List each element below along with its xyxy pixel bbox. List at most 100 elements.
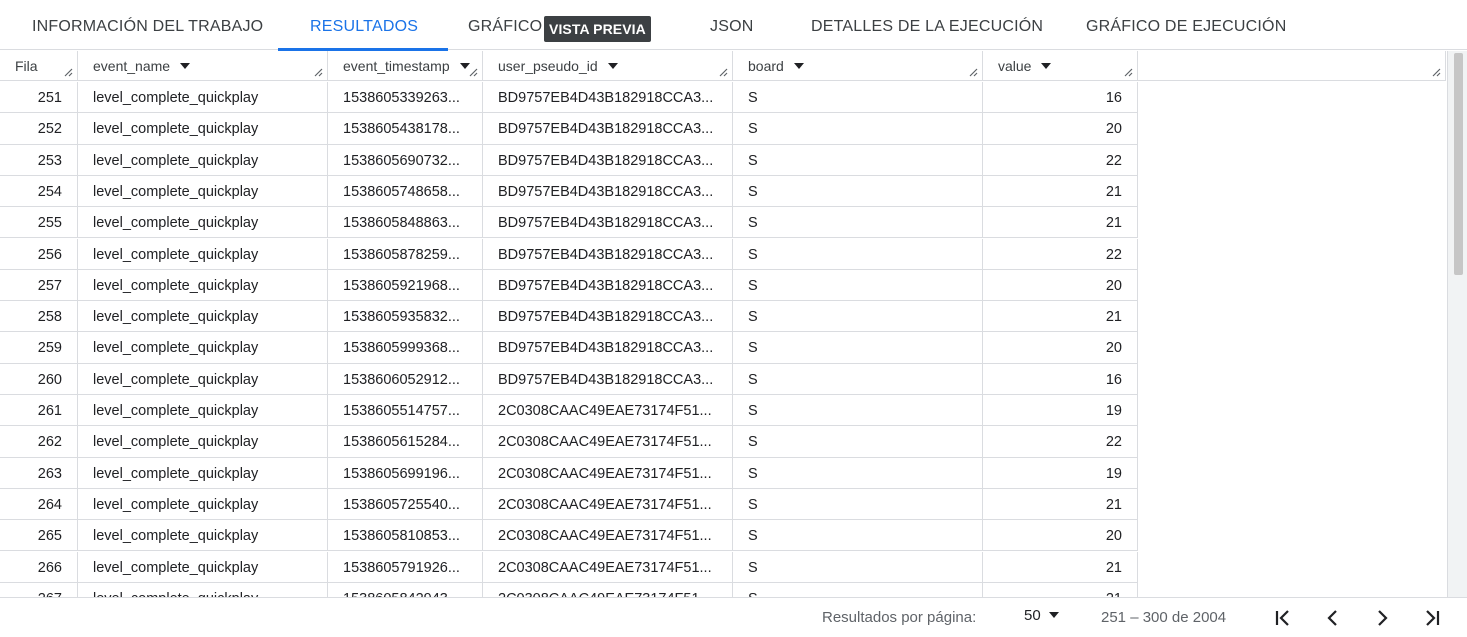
cell-fila[interactable]: 266: [0, 551, 78, 583]
cell-board[interactable]: S: [733, 269, 983, 302]
cell-event-name[interactable]: level_complete_quickplay: [78, 582, 328, 597]
cell-board[interactable]: S: [733, 301, 983, 333]
cell-event-timestamp[interactable]: 1538605878259...: [328, 238, 483, 270]
resize-grip-icon[interactable]: [1123, 67, 1133, 77]
cell-board[interactable]: S: [733, 488, 983, 521]
cell-fila[interactable]: 264: [0, 488, 78, 521]
cell-event-timestamp[interactable]: 1538605725540...: [328, 488, 483, 521]
cell-fila[interactable]: 252: [0, 113, 78, 145]
tab-execution-graph[interactable]: GRÁFICO DE EJECUCIÓN: [1086, 4, 1286, 50]
cell-board[interactable]: S: [733, 113, 983, 145]
cell-fila[interactable]: 254: [0, 175, 78, 208]
cell-event-timestamp[interactable]: 1538605921968...: [328, 269, 483, 302]
cell-user-pseudo-id[interactable]: BD9757EB4D43B182918CCA3...: [483, 269, 733, 302]
cell-value[interactable]: 22: [983, 238, 1138, 270]
tab-execution-details[interactable]: DETALLES DE LA EJECUCIÓN: [811, 4, 1043, 50]
cell-fila[interactable]: 256: [0, 238, 78, 270]
header-event-timestamp[interactable]: event_timestamp: [328, 51, 483, 81]
tab-job-information[interactable]: INFORMACIÓN DEL TRABAJO: [32, 4, 263, 50]
cell-event-timestamp[interactable]: 1538605690732...: [328, 144, 483, 176]
cell-event-timestamp[interactable]: 1538606052912...: [328, 363, 483, 395]
cell-event-timestamp[interactable]: 1538605748658...: [328, 175, 483, 208]
cell-user-pseudo-id[interactable]: BD9757EB4D43B182918CCA3...: [483, 301, 733, 333]
cell-event-timestamp[interactable]: 1538605935832...: [328, 301, 483, 333]
header-fila[interactable]: Fila: [0, 51, 78, 81]
cell-board[interactable]: S: [733, 82, 983, 114]
cell-user-pseudo-id[interactable]: BD9757EB4D43B182918CCA3...: [483, 144, 733, 176]
cell-value[interactable]: 21: [983, 551, 1138, 583]
cell-value[interactable]: 20: [983, 269, 1138, 302]
caret-down-icon[interactable]: [1041, 63, 1052, 69]
cell-user-pseudo-id[interactable]: 2C0308CAAC49EAE73174F51...: [483, 551, 733, 583]
cell-board[interactable]: S: [733, 332, 983, 364]
cell-value[interactable]: 21: [983, 175, 1138, 208]
cell-value[interactable]: 20: [983, 332, 1138, 364]
cell-user-pseudo-id[interactable]: BD9757EB4D43B182918CCA3...: [483, 363, 733, 395]
cell-fila[interactable]: 267: [0, 582, 78, 597]
cell-event-name[interactable]: level_complete_quickplay: [78, 82, 328, 114]
cell-user-pseudo-id[interactable]: 2C0308CAAC49EAE73174F51...: [483, 395, 733, 427]
chevron-right-icon[interactable]: [1373, 608, 1393, 628]
cell-board[interactable]: S: [733, 457, 983, 489]
header-board[interactable]: board: [733, 51, 983, 81]
cell-value[interactable]: 20: [983, 520, 1138, 552]
cell-board[interactable]: S: [733, 582, 983, 597]
tab-results[interactable]: RESULTADOS: [277, 4, 449, 51]
cell-event-timestamp[interactable]: 1538605514757...: [328, 395, 483, 427]
resize-grip-icon[interactable]: [468, 67, 478, 77]
cell-value[interactable]: 21: [983, 301, 1138, 333]
cell-event-timestamp[interactable]: 1538605438178...: [328, 113, 483, 145]
cell-board[interactable]: S: [733, 238, 983, 270]
cell-event-timestamp[interactable]: 1538605699196...: [328, 457, 483, 489]
cell-event-name[interactable]: level_complete_quickplay: [78, 144, 328, 176]
cell-event-timestamp[interactable]: 1538605339263...: [328, 82, 483, 114]
cell-user-pseudo-id[interactable]: BD9757EB4D43B182918CCA3...: [483, 113, 733, 145]
cell-value[interactable]: 19: [983, 457, 1138, 489]
cell-user-pseudo-id[interactable]: 2C0308CAAC49EAE73174F51...: [483, 457, 733, 489]
scrollbar-thumb[interactable]: [1454, 53, 1463, 275]
cell-user-pseudo-id[interactable]: BD9757EB4D43B182918CCA3...: [483, 175, 733, 208]
caret-down-icon[interactable]: [607, 63, 618, 69]
cell-event-name[interactable]: level_complete_quickplay: [78, 520, 328, 552]
cell-fila[interactable]: 251: [0, 82, 78, 114]
cell-event-name[interactable]: level_complete_quickplay: [78, 332, 328, 364]
cell-event-name[interactable]: level_complete_quickplay: [78, 551, 328, 583]
cell-board[interactable]: S: [733, 144, 983, 176]
last-page-icon[interactable]: [1422, 608, 1442, 628]
cell-fila[interactable]: 262: [0, 426, 78, 458]
header-user-pseudo-id[interactable]: user_pseudo_id: [483, 51, 733, 81]
cell-value[interactable]: 21: [983, 488, 1138, 521]
tab-json[interactable]: JSON: [710, 4, 753, 50]
resize-grip-icon[interactable]: [63, 67, 73, 77]
cell-fila[interactable]: 263: [0, 457, 78, 489]
caret-down-icon[interactable]: [793, 63, 804, 69]
cell-value[interactable]: 21: [983, 207, 1138, 239]
cell-fila[interactable]: 259: [0, 332, 78, 364]
cell-board[interactable]: S: [733, 426, 983, 458]
cell-event-name[interactable]: level_complete_quickplay: [78, 457, 328, 489]
cell-value[interactable]: 21: [983, 582, 1138, 597]
cell-event-timestamp[interactable]: 1538605842943...: [328, 582, 483, 597]
cell-fila[interactable]: 258: [0, 301, 78, 333]
cell-fila[interactable]: 261: [0, 395, 78, 427]
cell-event-name[interactable]: level_complete_quickplay: [78, 363, 328, 395]
resize-grip-icon[interactable]: [313, 67, 323, 77]
resize-grip-icon[interactable]: [1431, 67, 1441, 77]
cell-fila[interactable]: 253: [0, 144, 78, 176]
vertical-scrollbar[interactable]: [1447, 51, 1467, 597]
cell-event-name[interactable]: level_complete_quickplay: [78, 175, 328, 208]
cell-fila[interactable]: 265: [0, 520, 78, 552]
cell-event-timestamp[interactable]: 1538605848863...: [328, 207, 483, 239]
cell-event-name[interactable]: level_complete_quickplay: [78, 207, 328, 239]
cell-board[interactable]: S: [733, 395, 983, 427]
cell-fila[interactable]: 260: [0, 363, 78, 395]
cell-fila[interactable]: 255: [0, 207, 78, 239]
cell-event-timestamp[interactable]: 1538605615284...: [328, 426, 483, 458]
cell-value[interactable]: 19: [983, 395, 1138, 427]
cell-user-pseudo-id[interactable]: 2C0308CAAC49EAE73174F51...: [483, 426, 733, 458]
cell-event-name[interactable]: level_complete_quickplay: [78, 488, 328, 521]
cell-event-timestamp[interactable]: 1538605791926...: [328, 551, 483, 583]
cell-event-name[interactable]: level_complete_quickplay: [78, 301, 328, 333]
cell-event-name[interactable]: level_complete_quickplay: [78, 395, 328, 427]
cell-event-timestamp[interactable]: 1538605810853...: [328, 520, 483, 552]
